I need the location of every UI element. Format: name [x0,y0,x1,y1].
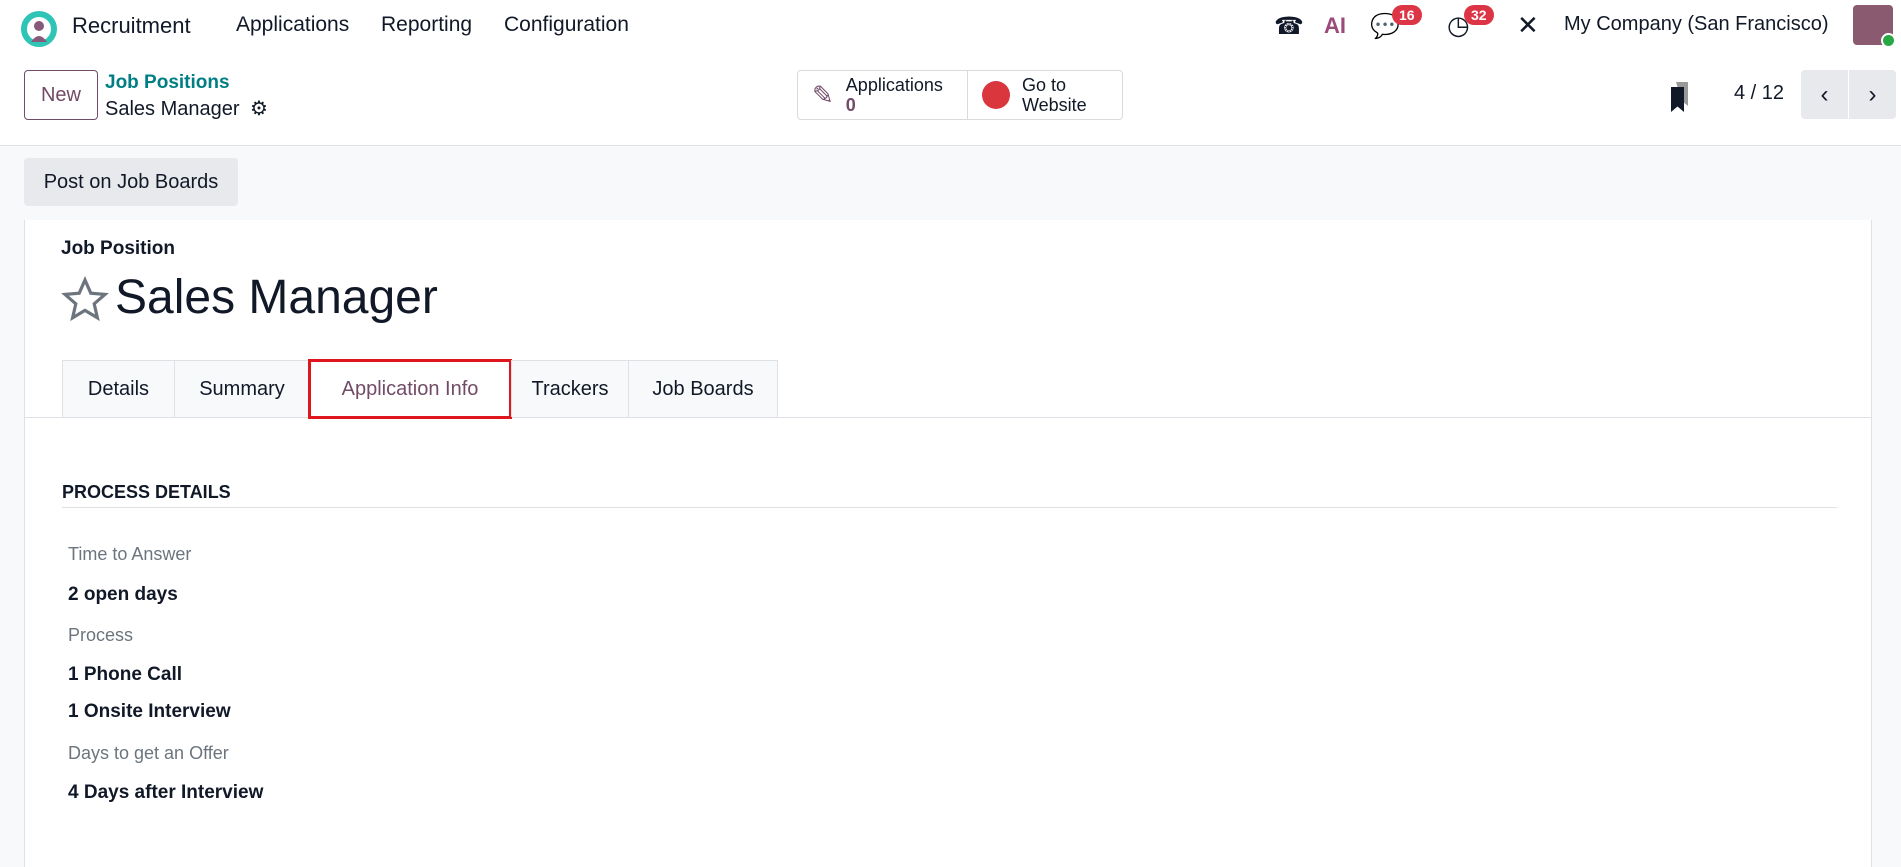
time-to-answer-label: Time to Answer [68,544,192,564]
bookmark-icon[interactable] [1668,82,1692,112]
breadcrumb-current: Sales Manager [105,98,240,120]
ai-icon[interactable]: AI [1324,13,1346,39]
new-button[interactable]: New [24,70,98,120]
applications-smart-button[interactable]: ✎ Applications 0 [798,71,968,119]
process-value-2[interactable]: 1 Onsite Interview [68,701,231,723]
app-name[interactable]: Recruitment [72,13,191,39]
online-status-dot [1881,33,1896,48]
website-label-line2: Website [1022,95,1087,115]
form-subtitle: Job Position [61,238,175,259]
user-avatar[interactable] [1853,5,1896,48]
top-navbar: Recruitment Applications Reporting Confi… [0,0,1901,58]
website-label-line1: Go to [1022,75,1067,95]
form-title: Sales Manager [115,271,438,324]
recruitment-logo-icon[interactable] [20,10,58,48]
pencil-icon: ✎ [812,80,834,110]
form-sheet: Job Position Sales Manager Details Summa… [24,220,1872,867]
go-to-website-button[interactable]: Go to Website [968,71,1101,119]
globe-icon [982,81,1010,109]
phone-icon[interactable]: ☎ [1274,12,1304,41]
tab-summary[interactable]: Summary [174,360,310,417]
tools-icon[interactable]: ✕ [1517,10,1539,41]
company-switcher[interactable]: My Company (San Francisco) [1564,13,1829,36]
breadcrumb-job-positions[interactable]: Job Positions [105,72,230,94]
applications-label: Applications [845,75,943,95]
time-to-answer-value[interactable]: 2 open days [68,584,178,606]
gear-icon[interactable]: ⚙ [250,96,268,121]
menu-configuration[interactable]: Configuration [504,13,629,37]
messages-badge: 16 [1392,5,1422,25]
activities-badge: 32 [1464,5,1494,25]
days-to-offer-label: Days to get an Offer [68,743,229,763]
menu-reporting[interactable]: Reporting [381,13,472,37]
post-on-job-boards-button[interactable]: Post on Job Boards [24,158,238,206]
tab-trackers[interactable]: Trackers [511,360,629,417]
days-to-offer-value[interactable]: 4 Days after Interview [68,782,263,804]
tab-details[interactable]: Details [62,360,175,417]
section-divider [62,507,1837,508]
star-icon[interactable] [61,276,109,324]
control-panel: New Job Positions Sales Manager ⚙ ✎ Appl… [0,58,1901,146]
pager-previous-button[interactable]: ‹ [1801,70,1848,119]
pager-next-button[interactable]: › [1849,70,1896,119]
tabs-divider [25,417,1871,418]
pager-value[interactable]: 4 / 12 [1734,82,1784,105]
tab-job-boards[interactable]: Job Boards [628,360,778,417]
smart-buttons: ✎ Applications 0 Go to Website [797,70,1123,120]
process-value-1[interactable]: 1 Phone Call [68,664,182,686]
applications-count: 0 [845,95,856,115]
tab-application-info[interactable]: Application Info [308,359,512,419]
section-title: PROCESS DETAILS [62,482,231,502]
menu-applications[interactable]: Applications [236,13,349,37]
process-label: Process [68,625,134,645]
